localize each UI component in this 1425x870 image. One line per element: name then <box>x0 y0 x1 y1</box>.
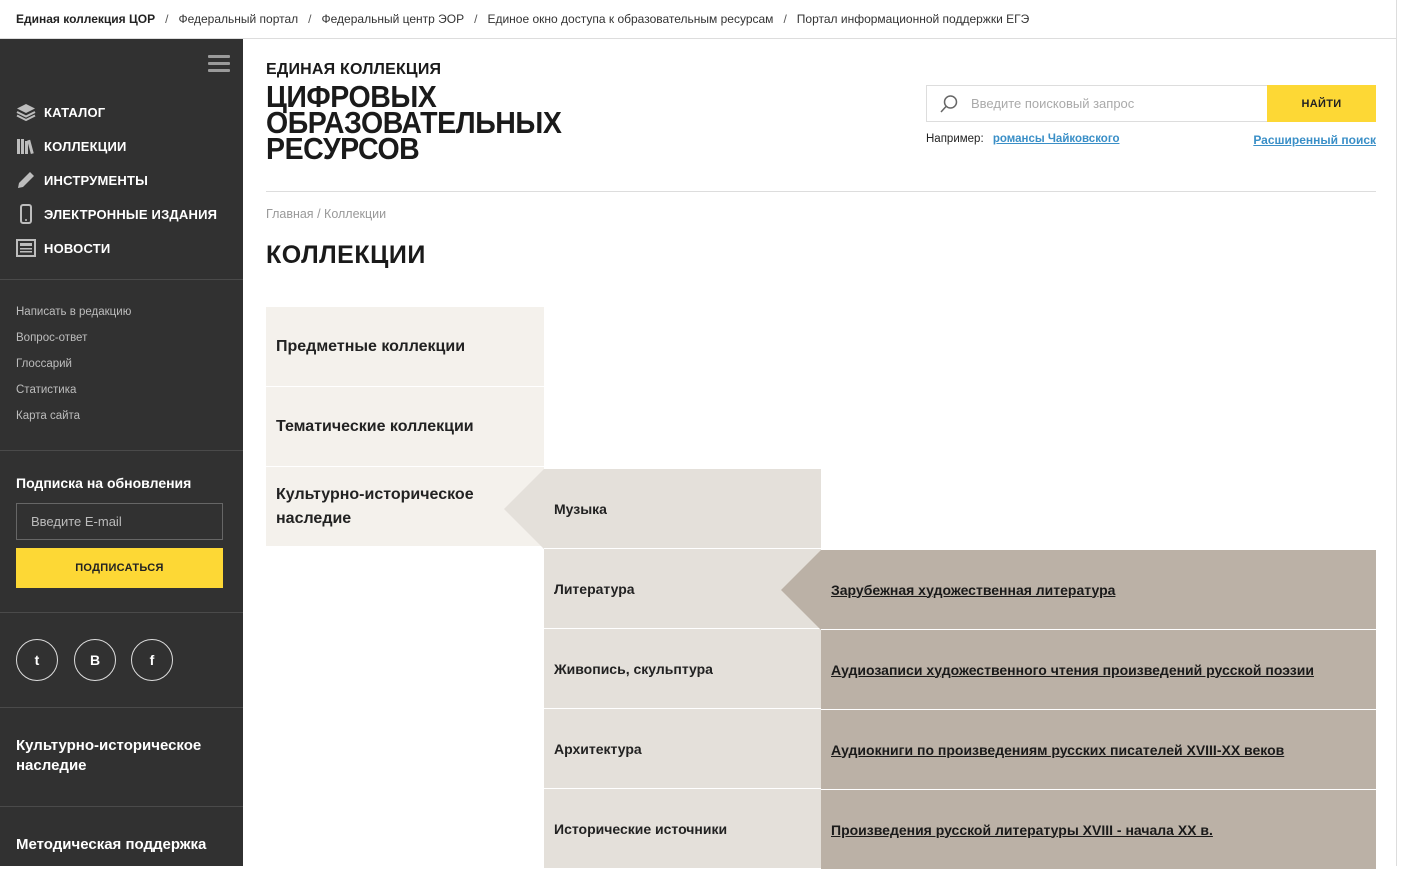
sidebar-main-nav: КАТАЛОГ КОЛЛЕКЦИИ ИНСТРУМЕНТЫ ЭЛЕКТРОННЫ… <box>16 95 217 265</box>
sidebar-item-e-publications[interactable]: ЭЛЕКТРОННЫЕ ИЗДАНИЯ <box>16 197 217 231</box>
advanced-search-link[interactable]: Расширенный поиск <box>1253 133 1376 147</box>
sidebar-divider <box>0 279 243 280</box>
breadcrumb-current: Коллекции <box>324 207 387 221</box>
collections-level1: Предметные коллекции Тематические коллек… <box>266 307 544 547</box>
sidebar-section-methodical[interactable]: Методическая поддержка <box>16 835 206 855</box>
collections-level3: Зарубежная художественная литература Ауд… <box>821 550 1376 870</box>
sidebar-secondary-links: Написать в редакцию Вопрос-ответ Глоссар… <box>16 303 131 433</box>
sidebar-item-label: НОВОСТИ <box>44 240 111 256</box>
sidebar-link-faq[interactable]: Вопрос-ответ <box>16 329 131 355</box>
sidebar-divider <box>0 707 243 708</box>
site-logo[interactable]: ЦИФРОВЫХ ОБРАЗОВАТЕЛЬНЫХ РЕСУРСОВ <box>266 81 562 164</box>
topbar-separator: / <box>165 12 169 26</box>
header-divider <box>266 191 1376 192</box>
topbar-link-ege[interactable]: Портал информационной поддержки ЕГЭ <box>797 12 1029 26</box>
search-icon <box>927 94 971 114</box>
collection-literature[interactable]: Литература <box>544 549 821 629</box>
topbar-link-window[interactable]: Единое окно доступа к образовательным ре… <box>487 12 773 26</box>
email-field[interactable]: Введите E-mail <box>16 503 223 540</box>
pencil-icon <box>16 170 36 190</box>
search-placeholder: Введите поисковый запрос <box>971 96 1135 111</box>
layers-icon <box>16 102 36 122</box>
sidebar-link-sitemap[interactable]: Карта сайта <box>16 407 131 433</box>
breadcrumb-home[interactable]: Главная <box>266 207 314 221</box>
collection-music[interactable]: Музыка <box>544 469 821 549</box>
sidebar-item-label: КАТАЛОГ <box>44 104 106 120</box>
collection-audiobooks[interactable]: Аудиокниги по произведениям русских писа… <box>821 710 1376 790</box>
topbar-separator: / <box>308 12 312 26</box>
search-input[interactable]: Введите поисковый запрос <box>926 85 1268 122</box>
newspaper-icon <box>16 238 36 258</box>
collection-russian-literature[interactable]: Произведения русской литературы XVIII - … <box>821 790 1376 870</box>
top-links-bar: Единая коллекция ЦОР / Федеральный порта… <box>0 0 1396 39</box>
phone-icon <box>16 204 36 224</box>
collection-heritage[interactable]: Культурно-историческое наследие <box>266 467 544 547</box>
active-pointer-arrow <box>504 469 544 549</box>
topbar-link-fceor[interactable]: Федеральный центр ЭОР <box>322 12 465 26</box>
logo-line-1[interactable]: ЕДИНАЯ КОЛЛЕКЦИЯ <box>266 61 441 79</box>
breadcrumb: Главная / Коллекции <box>266 207 386 221</box>
sidebar-item-label: КОЛЛЕКЦИИ <box>44 138 127 154</box>
sidebar-section-heritage[interactable]: Культурно-историческое наследие <box>16 736 216 776</box>
breadcrumb-separator: / <box>317 207 321 221</box>
collection-architecture[interactable]: Архитектура <box>544 709 821 789</box>
sidebar-divider <box>0 612 243 613</box>
search-example: Например: романсы Чайковского <box>926 133 1120 145</box>
topbar-link-ecor[interactable]: Единая коллекция ЦОР <box>16 12 155 26</box>
topbar-separator: / <box>783 12 787 26</box>
sidebar-divider <box>0 806 243 807</box>
example-label: Например: <box>926 133 984 145</box>
subscribe-button[interactable]: ПОДПИСАТЬСЯ <box>16 548 223 588</box>
sidebar-item-collections[interactable]: КОЛЛЕКЦИИ <box>16 129 217 163</box>
search-button[interactable]: НАЙТИ <box>1267 85 1376 122</box>
collections-level2: Музыка Литература Живопись, скульптура А… <box>544 469 821 869</box>
page-right-border <box>1396 0 1397 866</box>
sidebar-item-label: ИНСТРУМЕНТЫ <box>44 172 149 188</box>
hamburger-menu-icon[interactable] <box>208 55 230 73</box>
collection-poetry-audio[interactable]: Аудиозаписи художественного чтения произ… <box>821 630 1376 710</box>
sidebar-item-tools[interactable]: ИНСТРУМЕНТЫ <box>16 163 217 197</box>
twitter-icon[interactable]: t <box>16 639 58 681</box>
active-pointer-arrow <box>781 550 821 630</box>
sidebar-item-news[interactable]: НОВОСТИ <box>16 231 217 265</box>
sidebar-item-catalog[interactable]: КАТАЛОГ <box>16 95 217 129</box>
example-link[interactable]: романсы Чайковского <box>993 133 1120 145</box>
sidebar: КАТАЛОГ КОЛЛЕКЦИИ ИНСТРУМЕНТЫ ЭЛЕКТРОННЫ… <box>0 39 243 866</box>
collection-subject[interactable]: Предметные коллекции <box>266 307 544 387</box>
topbar-separator: / <box>474 12 478 26</box>
sidebar-link-statistics[interactable]: Статистика <box>16 381 131 407</box>
topbar-link-federal-portal[interactable]: Федеральный портал <box>178 12 298 26</box>
collection-foreign-literature[interactable]: Зарубежная художественная литература <box>821 550 1376 630</box>
facebook-icon[interactable]: f <box>131 639 173 681</box>
books-icon <box>16 136 36 156</box>
sidebar-link-write[interactable]: Написать в редакцию <box>16 303 131 329</box>
sidebar-link-glossary[interactable]: Глоссарий <box>16 355 131 381</box>
subscribe-title: Подписка на обновления <box>16 475 192 491</box>
collection-thematic[interactable]: Тематические коллекции <box>266 387 544 467</box>
collection-historical-sources[interactable]: Исторические источники <box>544 789 821 869</box>
sidebar-divider <box>0 450 243 451</box>
vk-icon[interactable]: B <box>74 639 116 681</box>
page-title: КОЛЛЕКЦИИ <box>266 241 426 269</box>
sidebar-item-label: ЭЛЕКТРОННЫЕ ИЗДАНИЯ <box>44 206 218 222</box>
collection-painting[interactable]: Живопись, скульптура <box>544 629 821 709</box>
